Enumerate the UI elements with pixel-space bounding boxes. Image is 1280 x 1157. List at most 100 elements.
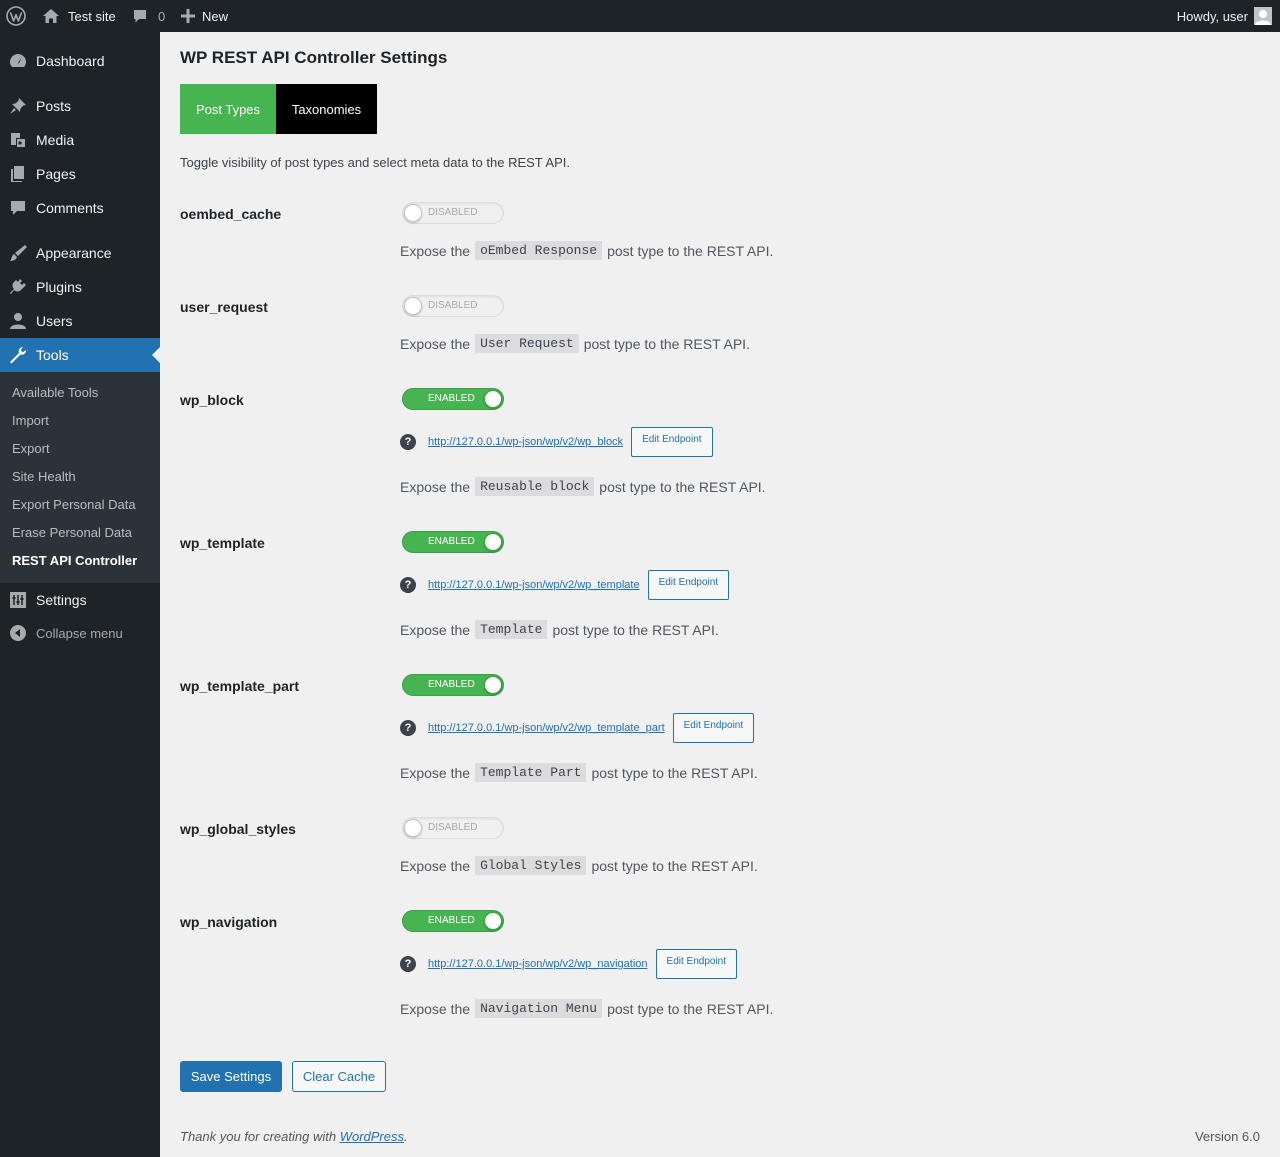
submenu-item-available-tools[interactable]: Available Tools xyxy=(12,382,98,402)
submenu-item-export-personal-data[interactable]: Export Personal Data xyxy=(12,494,136,514)
toggle-status: ENABLED xyxy=(428,536,475,547)
menu-item-media[interactable]: Media xyxy=(0,123,160,157)
expose-prefix: Expose the xyxy=(400,335,471,352)
menu-item-pages[interactable]: Pages xyxy=(0,157,160,191)
visibility-toggle[interactable]: ENABLED xyxy=(402,531,504,553)
post-type-display-name: Template Part xyxy=(475,763,587,782)
site-name-link[interactable]: Test site xyxy=(42,0,116,32)
settings-icon xyxy=(0,590,36,610)
toggle-knob xyxy=(404,297,422,315)
post-type-display-name: oEmbed Response xyxy=(475,241,603,260)
submenu-item-erase-personal-data[interactable]: Erase Personal Data xyxy=(12,522,132,542)
wordpress-link[interactable]: WordPress xyxy=(340,1129,404,1144)
toggle-status: ENABLED xyxy=(428,915,475,926)
menu-item-comments[interactable]: Comments xyxy=(0,191,160,225)
post-type-display-name: Navigation Menu xyxy=(475,999,603,1018)
footer-thanks-suffix: . xyxy=(404,1129,408,1144)
tab-post-types[interactable]: Post Types xyxy=(180,84,276,134)
submenu-item-site-health[interactable]: Site Health xyxy=(12,466,76,486)
expose-prefix: Expose the xyxy=(400,857,471,874)
menu-item-appearance[interactable]: Appearance xyxy=(0,236,160,270)
plus-icon xyxy=(181,9,195,23)
post-type-label: wp_template_part xyxy=(180,678,300,694)
toggle-knob xyxy=(484,676,502,694)
menu-item-settings[interactable]: Settings xyxy=(0,583,160,617)
post-type-display-name: User Request xyxy=(475,334,579,353)
endpoint-link[interactable]: http://127.0.0.1/wp-json/wp/v2/wp_templa… xyxy=(428,722,665,734)
help-icon[interactable]: ? xyxy=(400,577,416,593)
user-icon xyxy=(0,311,36,331)
submenu-item-rest-api-controller[interactable]: REST API Controller xyxy=(12,550,137,570)
wordpress-logo-menu[interactable] xyxy=(6,0,28,32)
expose-prefix: Expose the xyxy=(400,478,471,495)
menu-label: Posts xyxy=(36,98,72,114)
clear-cache-button[interactable]: Clear Cache xyxy=(292,1061,386,1092)
collapse-arrow-icon xyxy=(0,624,36,642)
toggle-status: ENABLED xyxy=(428,393,475,404)
help-icon[interactable]: ? xyxy=(400,434,416,450)
post-type-label: wp_block xyxy=(180,392,244,408)
edit-endpoint-button[interactable]: Edit Endpoint xyxy=(672,713,755,743)
endpoint-link[interactable]: http://127.0.0.1/wp-json/wp/v2/wp_naviga… xyxy=(428,958,648,970)
menu-item-posts[interactable]: Posts xyxy=(0,89,160,123)
post-type-display-name: Template xyxy=(475,620,548,639)
expose-suffix: post type to the REST API. xyxy=(607,242,774,259)
collapse-menu-button[interactable]: Collapse menu xyxy=(0,616,160,650)
visibility-toggle[interactable]: ENABLED xyxy=(402,674,504,696)
endpoint-row: ? http://127.0.0.1/wp-json/wp/v2/wp_temp… xyxy=(400,570,730,600)
visibility-toggle[interactable]: ENABLED xyxy=(402,388,504,410)
menu-label: Appearance xyxy=(36,245,112,261)
expose-suffix: post type to the REST API. xyxy=(591,857,758,874)
menu-item-tools[interactable]: Tools xyxy=(0,338,160,372)
menu-label: Comments xyxy=(36,200,104,216)
endpoint-row: ? http://127.0.0.1/wp-json/wp/v2/wp_bloc… xyxy=(400,427,713,457)
pushpin-icon xyxy=(0,96,36,116)
post-type-label: wp_template xyxy=(180,535,265,551)
edit-endpoint-button[interactable]: Edit Endpoint xyxy=(655,949,738,979)
menu-label: Users xyxy=(36,313,73,329)
edit-endpoint-button[interactable]: Edit Endpoint xyxy=(647,570,730,600)
edit-endpoint-button[interactable]: Edit Endpoint xyxy=(631,427,713,457)
help-icon[interactable]: ? xyxy=(400,720,416,736)
menu-item-users[interactable]: Users xyxy=(0,304,160,338)
menu-item-plugins[interactable]: Plugins xyxy=(0,270,160,304)
pages-icon xyxy=(0,164,36,184)
footer-thanks: Thank you for creating with WordPress. xyxy=(180,1129,408,1144)
toggle-status: DISABLED xyxy=(428,822,478,833)
visibility-toggle[interactable]: DISABLED xyxy=(402,202,504,224)
toggle-knob xyxy=(484,912,502,930)
collapse-label: Collapse menu xyxy=(36,625,123,641)
plugin-icon xyxy=(0,277,36,297)
submenu-item-import[interactable]: Import xyxy=(12,410,49,430)
visibility-toggle[interactable]: ENABLED xyxy=(402,910,504,932)
expose-suffix: post type to the REST API. xyxy=(607,1000,774,1017)
expose-suffix: post type to the REST API. xyxy=(583,335,750,352)
expose-description: Expose the User Request post type to the… xyxy=(400,334,750,353)
my-account-menu[interactable]: Howdy, user xyxy=(1177,0,1272,32)
expose-description: Expose the Reusable block post type to t… xyxy=(400,477,766,496)
submenu-item-export[interactable]: Export xyxy=(12,438,50,458)
menu-item-dashboard[interactable]: Dashboard xyxy=(0,44,160,78)
endpoint-row: ? http://127.0.0.1/wp-json/wp/v2/wp_navi… xyxy=(400,949,738,979)
save-settings-button[interactable]: Save Settings xyxy=(180,1061,282,1092)
admin-bar: Test site 0 New Howdy, user xyxy=(0,0,1280,32)
toggle-status: ENABLED xyxy=(428,679,475,690)
help-icon[interactable]: ? xyxy=(400,956,416,972)
admin-sidebar: Dashboard Posts Media Pages Comments App… xyxy=(0,32,160,1157)
toggle-status: DISABLED xyxy=(428,300,478,311)
menu-label: Settings xyxy=(36,592,87,608)
dashboard-icon xyxy=(0,51,36,71)
visibility-toggle[interactable]: DISABLED xyxy=(402,295,504,317)
tab-taxonomies[interactable]: Taxonomies xyxy=(276,84,377,134)
media-icon xyxy=(0,130,36,150)
comments-link[interactable]: 0 xyxy=(132,0,165,32)
visibility-toggle[interactable]: DISABLED xyxy=(402,817,504,839)
expose-description: Expose the Template post type to the RES… xyxy=(400,620,719,639)
endpoint-link[interactable]: http://127.0.0.1/wp-json/wp/v2/wp_templa… xyxy=(428,579,640,591)
expose-suffix: post type to the REST API. xyxy=(599,478,766,495)
new-content-menu[interactable]: New xyxy=(181,0,228,32)
endpoint-link[interactable]: http://127.0.0.1/wp-json/wp/v2/wp_block xyxy=(428,436,623,448)
footer-version: Version 6.0 xyxy=(1194,1129,1260,1144)
howdy-text: Howdy, user xyxy=(1176,8,1248,24)
wrench-icon xyxy=(0,345,36,365)
